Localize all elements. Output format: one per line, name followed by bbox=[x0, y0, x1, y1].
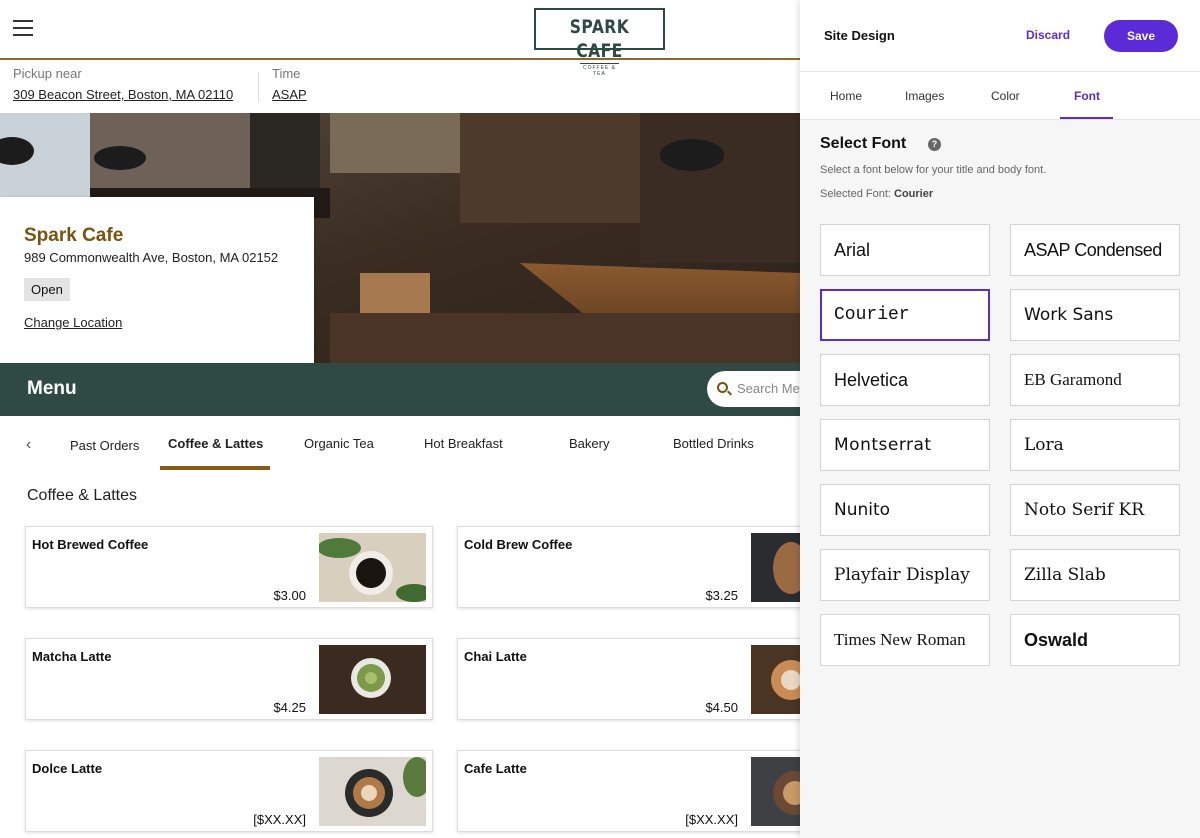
store-status-badge: Open bbox=[24, 278, 70, 301]
menu-item-image bbox=[319, 533, 426, 602]
site-header: SPARK CAFE COFFEE & TEA bbox=[0, 0, 800, 77]
menu-item-name: Cafe Latte bbox=[464, 761, 527, 776]
category-hot-breakfast[interactable]: Hot Breakfast bbox=[424, 436, 503, 451]
store-address: 989 Commonwealth Ave, Boston, MA 02152 bbox=[24, 250, 279, 265]
site-preview: SPARK CAFE COFFEE & TEA Pickup near 309 … bbox=[0, 0, 800, 838]
menu-item-card[interactable]: Chai Latte $4.50 bbox=[457, 638, 800, 720]
store-info-card: Spark Cafe 989 Commonwealth Ave, Boston,… bbox=[0, 197, 314, 363]
design-tabs: Home Images Color Font bbox=[800, 72, 1200, 120]
panel-header: Site Design Discard Save bbox=[800, 0, 1200, 72]
menu-item-price: [$XX.XX] bbox=[253, 812, 306, 827]
tab-images[interactable]: Images bbox=[905, 89, 944, 103]
menu-item-name: Chai Latte bbox=[464, 649, 527, 664]
menu-item-name: Dolce Latte bbox=[32, 761, 103, 776]
menu-item-card[interactable]: Dolce Latte [$XX.XX] bbox=[25, 750, 433, 832]
search-placeholder: Search Menu bbox=[737, 381, 800, 396]
menu-item-name: Hot Brewed Coffee bbox=[32, 537, 149, 552]
tab-color[interactable]: Color bbox=[991, 89, 1020, 103]
menu-item-card[interactable]: Cafe Latte [$XX.XX] bbox=[457, 750, 800, 832]
menu-item-image bbox=[319, 757, 426, 826]
select-font-heading: Select Font bbox=[820, 135, 907, 152]
pickup-address-link[interactable]: 309 Beacon Street, Boston, MA 02110 bbox=[13, 86, 233, 104]
font-option-playfair-display[interactable]: Playfair Display bbox=[820, 549, 990, 601]
save-button[interactable]: Save bbox=[1104, 20, 1178, 52]
pickup-divider bbox=[258, 72, 259, 102]
site-design-panel: Site Design Discard Save Home Images Col… bbox=[800, 0, 1200, 838]
font-option-helvetica[interactable]: Helvetica bbox=[820, 354, 990, 406]
menu-item-price: $4.25 bbox=[273, 700, 306, 715]
font-option-asap-condensed[interactable]: ASAP Condensed bbox=[1010, 224, 1180, 276]
category-past-orders[interactable]: Past Orders bbox=[70, 438, 139, 453]
menu-item-image bbox=[319, 645, 426, 714]
menu-item-image bbox=[751, 645, 800, 714]
selected-font-label: Selected Font: bbox=[820, 188, 891, 200]
hamburger-menu-icon[interactable] bbox=[13, 20, 33, 36]
font-option-oswald[interactable]: Oswald bbox=[1010, 614, 1180, 666]
menu-item-price: $4.50 bbox=[705, 700, 738, 715]
site-logo[interactable]: SPARK CAFE COFFEE & TEA bbox=[534, 8, 665, 77]
menu-title: Menu bbox=[27, 378, 77, 399]
pickup-location: Pickup near 309 Beacon Street, Boston, M… bbox=[13, 66, 233, 104]
font-option-montserrat[interactable]: Montserrat bbox=[820, 419, 990, 471]
store-name: Spark Cafe bbox=[24, 225, 124, 246]
menu-item-price: [$XX.XX] bbox=[685, 812, 738, 827]
menu-bar: Menu Search Menu bbox=[0, 363, 800, 416]
font-option-zilla-slab[interactable]: Zilla Slab bbox=[1010, 549, 1180, 601]
section-title: Coffee & Lattes bbox=[27, 487, 137, 504]
font-option-noto-serif-kr[interactable]: Noto Serif KR bbox=[1010, 484, 1180, 536]
search-icon bbox=[717, 382, 728, 393]
pickup-bar: Pickup near 309 Beacon Street, Boston, M… bbox=[0, 60, 800, 113]
category-tabs: ‹ Past Orders Coffee & Lattes Organic Te… bbox=[0, 416, 800, 472]
font-option-times-new-roman[interactable]: Times New Roman bbox=[820, 614, 990, 666]
select-font-description: Select a font below for your title and b… bbox=[820, 164, 1047, 176]
font-option-nunito[interactable]: Nunito bbox=[820, 484, 990, 536]
change-location-link[interactable]: Change Location bbox=[24, 315, 290, 330]
menu-item-price: $3.25 bbox=[705, 588, 738, 603]
selected-font-readout: Selected Font: Courier bbox=[820, 188, 933, 200]
menu-item-name: Cold Brew Coffee bbox=[464, 537, 573, 552]
category-bottled-drinks[interactable]: Bottled Drinks bbox=[673, 436, 754, 451]
panel-title: Site Design bbox=[824, 28, 895, 43]
active-category-indicator bbox=[160, 466, 270, 470]
pickup-label: Pickup near bbox=[13, 66, 82, 81]
discard-button[interactable]: Discard bbox=[1026, 28, 1070, 42]
font-option-lora[interactable]: Lora bbox=[1010, 419, 1180, 471]
time-label: Time bbox=[272, 66, 301, 81]
chevron-left-icon[interactable]: ‹ bbox=[26, 436, 31, 454]
selected-font-value: Courier bbox=[894, 188, 934, 200]
font-option-eb-garamond[interactable]: EB Garamond bbox=[1010, 354, 1180, 406]
tab-font[interactable]: Font bbox=[1074, 89, 1100, 103]
category-organic-tea[interactable]: Organic Tea bbox=[304, 436, 374, 451]
menu-search-input[interactable]: Search Menu bbox=[707, 371, 800, 407]
menu-item-image bbox=[751, 757, 800, 826]
menu-item-name: Matcha Latte bbox=[32, 649, 112, 664]
time-value-link[interactable]: ASAP bbox=[272, 86, 307, 104]
category-coffee-lattes[interactable]: Coffee & Lattes bbox=[168, 436, 263, 451]
menu-item-card[interactable]: Matcha Latte $4.25 bbox=[25, 638, 433, 720]
font-option-arial[interactable]: Arial bbox=[820, 224, 990, 276]
logo-name: SPARK CAFE bbox=[569, 16, 630, 62]
font-option-courier[interactable]: Courier bbox=[820, 289, 990, 341]
help-icon[interactable]: ? bbox=[928, 138, 941, 151]
menu-item-image bbox=[751, 533, 800, 602]
menu-item-price: $3.00 bbox=[273, 588, 306, 603]
pickup-time: Time ASAP bbox=[272, 66, 307, 104]
category-bakery[interactable]: Bakery bbox=[569, 436, 609, 451]
active-tab-indicator bbox=[1060, 117, 1113, 119]
menu-item-card[interactable]: Cold Brew Coffee $3.25 bbox=[457, 526, 800, 608]
tab-home[interactable]: Home bbox=[830, 89, 862, 103]
menu-item-card[interactable]: Hot Brewed Coffee $3.00 bbox=[25, 526, 433, 608]
font-option-work-sans[interactable]: Work Sans bbox=[1010, 289, 1180, 341]
